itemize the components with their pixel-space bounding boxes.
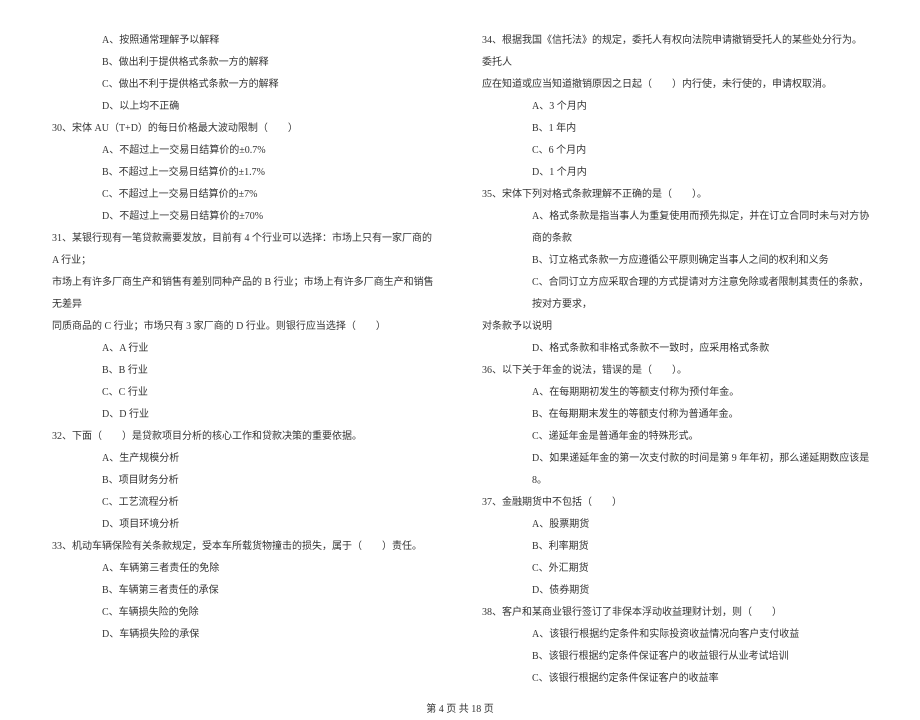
option-37-b: B、利率期货 (480, 536, 870, 558)
option-35-c-line2: 对条款予以说明 (480, 316, 870, 338)
option-35-b: B、订立格式条款一方应遵循公平原则确定当事人之间的权利和义务 (480, 250, 870, 272)
left-column: A、按照通常理解予以解释 B、做出利于提供格式条款一方的解释 C、做出不利于提供… (50, 30, 440, 690)
option-33-a: A、车辆第三者责任的免除 (50, 558, 440, 580)
option-32-c: C、工艺流程分析 (50, 492, 440, 514)
option-31-b: B、B 行业 (50, 360, 440, 382)
option-37-d: D、债券期货 (480, 580, 870, 602)
option-31-d: D、D 行业 (50, 404, 440, 426)
question-34-line2: 应在知道或应当知道撤销原因之日起（ ）内行使，未行使的，申请权取消。 (480, 74, 870, 96)
option-30-b: B、不超过上一交易日结算价的±1.7% (50, 162, 440, 184)
option-29-b: B、做出利于提供格式条款一方的解释 (50, 52, 440, 74)
option-35-d: D、格式条款和非格式条款不一致时，应采用格式条款 (480, 338, 870, 360)
option-38-c: C、该银行根据约定条件保证客户的收益率 (480, 668, 870, 690)
question-31-line2: 市场上有许多厂商生产和销售有差别同种产品的 B 行业；市场上有许多厂商生产和销售… (50, 272, 440, 316)
option-32-a: A、生产规模分析 (50, 448, 440, 470)
question-38: 38、客户和某商业银行签订了非保本浮动收益理财计划，则（ ） (480, 602, 870, 624)
option-29-a: A、按照通常理解予以解释 (50, 30, 440, 52)
option-36-b: B、在每期期末发生的等额支付称为普通年金。 (480, 404, 870, 426)
option-29-d: D、以上均不正确 (50, 96, 440, 118)
option-33-d: D、车辆损失险的承保 (50, 624, 440, 646)
option-33-b: B、车辆第三者责任的承保 (50, 580, 440, 602)
option-32-d: D、项目环境分析 (50, 514, 440, 536)
question-37: 37、金融期货中不包括（ ） (480, 492, 870, 514)
option-35-c-line1: C、合同订立方应采取合理的方式提请对方注意免除或者限制其责任的条款，按对方要求， (480, 272, 870, 316)
question-34-line1: 34、根据我国《信托法》的规定，委托人有权向法院申请撤销受托人的某些处分行为。委… (480, 30, 870, 74)
option-34-a: A、3 个月内 (480, 96, 870, 118)
option-35-a: A、格式条款是指当事人为重复使用而预先拟定，并在订立合同时未与对方协商的条款 (480, 206, 870, 250)
option-36-a: A、在每期期初发生的等额支付称为预付年金。 (480, 382, 870, 404)
option-37-a: A、股票期货 (480, 514, 870, 536)
option-34-c: C、6 个月内 (480, 140, 870, 162)
option-31-a: A、A 行业 (50, 338, 440, 360)
option-30-a: A、不超过上一交易日结算价的±0.7% (50, 140, 440, 162)
option-30-c: C、不超过上一交易日结算价的±7% (50, 184, 440, 206)
option-32-b: B、项目财务分析 (50, 470, 440, 492)
option-36-c: C、递延年金是普通年金的特殊形式。 (480, 426, 870, 448)
right-column: 34、根据我国《信托法》的规定，委托人有权向法院申请撤销受托人的某些处分行为。委… (480, 30, 870, 690)
question-32: 32、下面（ ）是贷款项目分析的核心工作和贷款决策的重要依据。 (50, 426, 440, 448)
question-31-line1: 31、某银行现有一笔贷款需要发放，目前有 4 个行业可以选择：市场上只有一家厂商… (50, 228, 440, 272)
option-36-d: D、如果递延年金的第一次支付款的时间是第 9 年年初，那么递延期数应该是 8。 (480, 448, 870, 492)
option-31-c: C、C 行业 (50, 382, 440, 404)
option-30-d: D、不超过上一交易日结算价的±70% (50, 206, 440, 228)
option-38-a: A、该银行根据约定条件和实际投资收益情况向客户支付收益 (480, 624, 870, 646)
option-29-c: C、做出不利于提供格式条款一方的解释 (50, 74, 440, 96)
option-34-b: B、1 年内 (480, 118, 870, 140)
option-38-b: B、该银行根据约定条件保证客户的收益银行从业考试培训 (480, 646, 870, 668)
option-34-d: D、1 个月内 (480, 162, 870, 184)
question-35: 35、宋体下列对格式条款理解不正确的是（ ）。 (480, 184, 870, 206)
option-37-c: C、外汇期货 (480, 558, 870, 580)
question-33: 33、机动车辆保险有关条款规定，受本车所载货物撞击的损失，属于（ ）责任。 (50, 536, 440, 558)
question-30: 30、宋体 AU（T+D）的每日价格最大波动限制（ ） (50, 118, 440, 140)
question-36: 36、以下关于年金的说法，错误的是（ ）。 (480, 360, 870, 382)
page-footer: 第 4 页 共 18 页 (50, 700, 870, 720)
option-33-c: C、车辆损失险的免除 (50, 602, 440, 624)
question-31-line3: 同质商品的 C 行业；市场只有 3 家厂商的 D 行业。则银行应当选择（ ） (50, 316, 440, 338)
